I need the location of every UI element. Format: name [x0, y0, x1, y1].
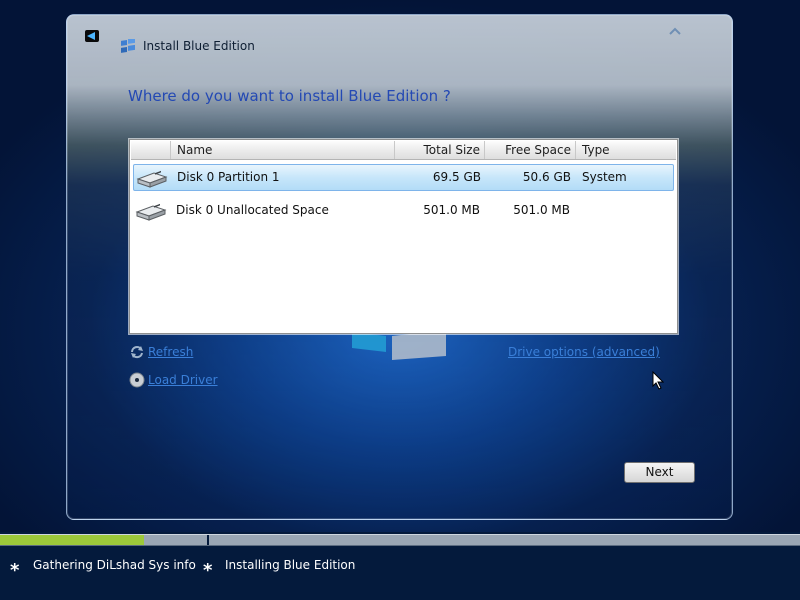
- cell-free-space: 50.6 GB: [522, 170, 571, 184]
- refresh-icon[interactable]: [129, 344, 145, 360]
- cell-name: Disk 0 Partition 1: [177, 170, 280, 184]
- step-bullet-icon: *: [203, 560, 213, 581]
- column-header-icon: [131, 141, 171, 159]
- progress-fill: [0, 535, 144, 545]
- column-header-type[interactable]: Type: [576, 141, 676, 159]
- table-row[interactable]: Disk 0 Partition 1 69.5 GB 50.6 GB Syste…: [133, 164, 674, 191]
- drive-options-link[interactable]: Drive options (advanced): [508, 345, 660, 359]
- cell-free-space: 501.0 MB: [513, 203, 570, 217]
- installer-window: Install Blue Edition Where do you want t…: [66, 14, 733, 520]
- table-header: Name Total Size Free Space Type: [131, 141, 676, 160]
- next-button[interactable]: Next: [624, 462, 695, 483]
- overall-progress-bar: [0, 534, 800, 546]
- cell-type: System: [582, 170, 627, 184]
- column-header-free-space[interactable]: Free Space: [485, 141, 576, 159]
- cell-total-size: 501.0 MB: [423, 203, 480, 217]
- refresh-link[interactable]: Refresh: [148, 345, 193, 359]
- chevron-up-icon[interactable]: [669, 27, 681, 35]
- table-row[interactable]: Disk 0 Unallocated Space 501.0 MB 501.0 …: [133, 198, 674, 225]
- cell-total-size: 69.5 GB: [432, 170, 481, 184]
- step-bullet-icon: *: [10, 560, 20, 581]
- load-driver-link[interactable]: Load Driver: [148, 373, 218, 387]
- hard-disk-icon: [136, 170, 168, 188]
- window-title: Install Blue Edition: [143, 39, 255, 53]
- mouse-cursor-icon: [652, 371, 664, 390]
- step-installing: Installing Blue Edition: [225, 558, 356, 572]
- cd-disc-icon[interactable]: [129, 372, 145, 388]
- step-gathering-info: Gathering DiLshad Sys info: [33, 558, 196, 572]
- setup-status-bar: * Gathering DiLshad Sys info * Installin…: [0, 532, 800, 600]
- disk-partition-table: Name Total Size Free Space Type Disk 0 P…: [128, 138, 679, 335]
- page-heading: Where do you want to install Blue Editio…: [128, 87, 451, 105]
- cell-name: Disk 0 Unallocated Space: [176, 203, 329, 217]
- windows-setup-icon: [121, 39, 135, 53]
- progress-step-divider: [207, 535, 209, 545]
- hard-disk-icon: [135, 203, 167, 221]
- column-header-name[interactable]: Name: [171, 141, 395, 159]
- column-header-total-size[interactable]: Total Size: [395, 141, 485, 159]
- back-arrow-icon[interactable]: [85, 30, 99, 42]
